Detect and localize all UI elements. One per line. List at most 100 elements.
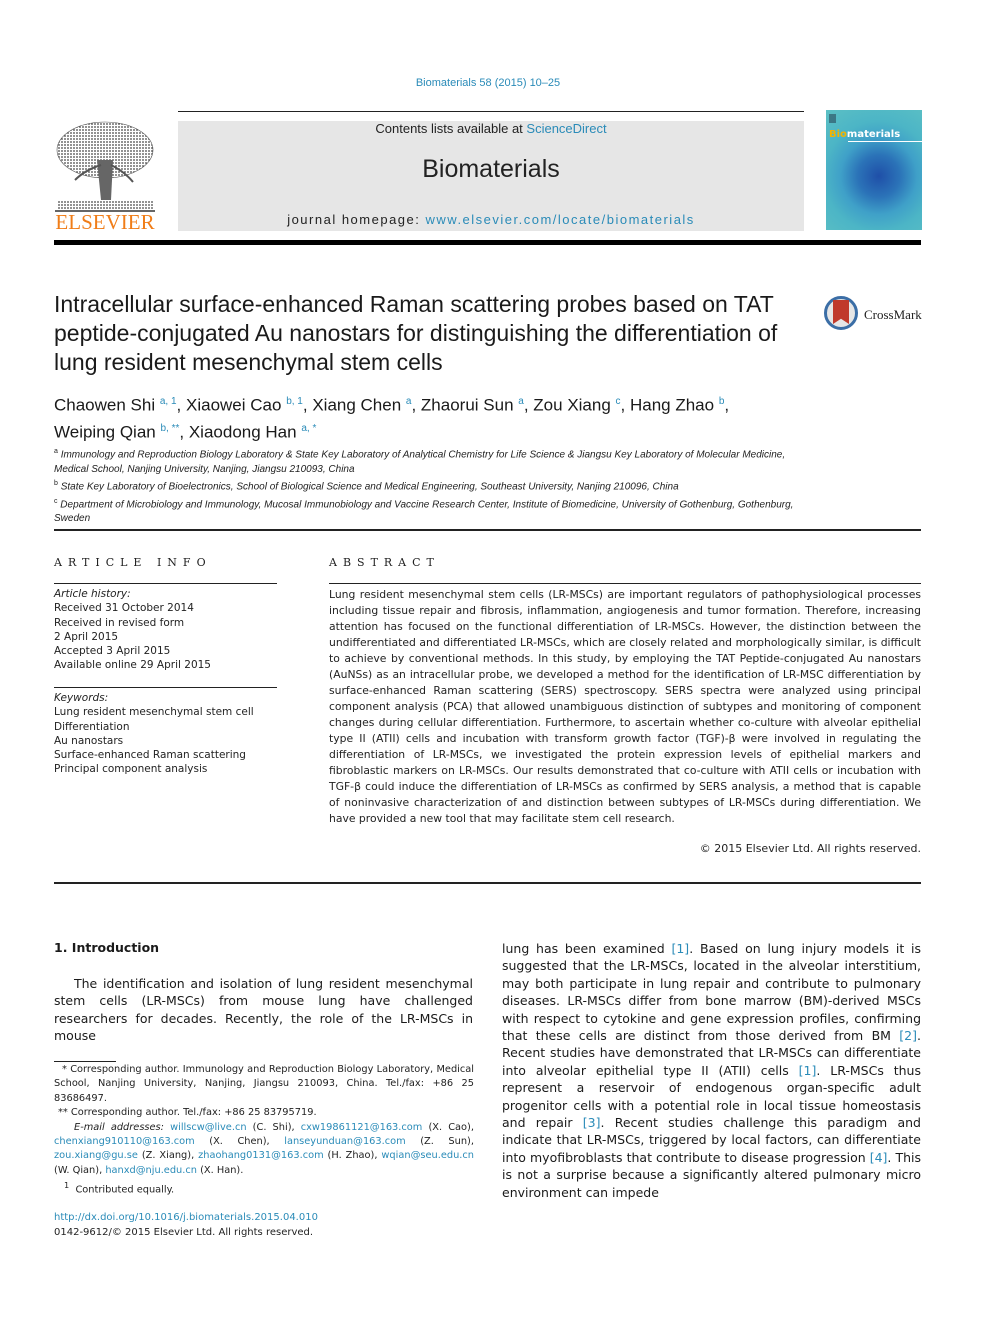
- introduction-right-paragraph: lung has been examined [1]. Based on lun…: [502, 941, 921, 1200]
- elsevier-logo[interactable]: ELSEVIER: [53, 120, 157, 235]
- author-affiliation-mark[interactable]: b, **: [160, 423, 179, 434]
- history-item: Received 31 October 2014: [54, 602, 194, 615]
- author-affiliation-mark[interactable]: a: [406, 396, 412, 407]
- affiliation-mark: b: [54, 479, 58, 487]
- article-history-label: Article history:: [54, 588, 131, 600]
- author-affiliation-mark[interactable]: b: [719, 396, 725, 407]
- cover-title: Biomaterials: [829, 129, 900, 140]
- reference-link[interactable]: [4]: [870, 1150, 888, 1165]
- keyword-item: Principal component analysis: [54, 763, 208, 776]
- footnote-equal-text: Contributed equally.: [75, 1184, 175, 1196]
- footnote-equal-mark: 1: [64, 1180, 70, 1191]
- header-bottom-rule: [54, 240, 921, 245]
- keyword-item: Surface-enhanced Raman scattering: [54, 749, 246, 762]
- affiliation-text: Immunology and Reproduction Biology Labo…: [54, 449, 786, 475]
- reference-link[interactable]: [2]: [899, 1028, 917, 1043]
- email-label: E-mail addresses:: [74, 1121, 164, 1133]
- homepage-link[interactable]: www.elsevier.com/locate/biomaterials: [426, 212, 695, 227]
- email-link[interactable]: wqian@seu.edu.cn: [381, 1150, 474, 1161]
- keywords-block: Keywords: Lung resident mesenchymal stem…: [54, 691, 277, 777]
- affiliation-mark: c: [54, 497, 58, 505]
- article-info-heading: ARTICLE INFO: [54, 556, 212, 569]
- author-name[interactable]: Weiping Qian: [54, 422, 156, 441]
- affiliations: a Immunology and Reproduction Biology La…: [54, 445, 814, 526]
- introduction-heading: 1. Introduction: [54, 940, 160, 955]
- author-affiliation-mark[interactable]: b, 1: [286, 396, 303, 407]
- history-item: 2 April 2015: [54, 630, 119, 643]
- email-link[interactable]: lanseyunduan@163.com: [284, 1136, 405, 1147]
- affiliation-item: a Immunology and Reproduction Biology La…: [54, 445, 814, 477]
- footnote-equal-contribution: 1 Contributed equally.: [54, 1178, 474, 1198]
- footnote-corresponding-1: * Corresponding author. Immunology and R…: [54, 1064, 474, 1104]
- sciencedirect-link[interactable]: ScienceDirect: [526, 121, 606, 136]
- homepage-line: journal homepage: www.elsevier.com/locat…: [178, 212, 804, 227]
- elsevier-wordmark: ELSEVIER: [55, 210, 155, 234]
- footnote-rule: [54, 1061, 116, 1062]
- journal-cover-thumbnail[interactable]: Biomaterials: [826, 110, 922, 230]
- doi-link[interactable]: http://dx.doi.org/10.1016/j.biomaterials…: [54, 1210, 318, 1225]
- cover-title-rest: materials: [846, 129, 901, 140]
- author-affiliation-mark[interactable]: a, 1: [160, 396, 177, 407]
- author-name[interactable]: Xiaowei Cao: [186, 396, 281, 415]
- affiliation-rule: [54, 529, 921, 531]
- email-link[interactable]: hanxd@nju.edu.cn: [105, 1165, 197, 1176]
- homepage-prefix: journal homepage:: [287, 212, 426, 227]
- reference-link[interactable]: [3]: [583, 1115, 601, 1130]
- journal-citation[interactable]: Biomaterials 58 (2015) 10–25: [0, 77, 976, 89]
- author-name[interactable]: Zhaorui Sun: [421, 396, 514, 415]
- email-link[interactable]: willscw@live.cn: [170, 1122, 246, 1133]
- author-name[interactable]: Hang Zhao: [630, 396, 714, 415]
- article-title: Intracellular surface-enhanced Raman sca…: [54, 291, 778, 375]
- author-affiliation-mark[interactable]: c: [616, 396, 621, 407]
- cover-title-bio: Bio: [829, 129, 847, 140]
- header-top-rule: [178, 111, 804, 112]
- author-affiliation-mark[interactable]: a, *: [301, 423, 316, 434]
- abstract-heading: ABSTRACT: [329, 556, 440, 569]
- keyword-item: Au nanostars: [54, 734, 124, 747]
- crossmark-button[interactable]: CrossMark: [824, 296, 934, 336]
- reference-link[interactable]: [1]: [799, 1063, 817, 1078]
- affiliation-text: Department of Microbiology and Immunolog…: [54, 498, 794, 525]
- history-item: Available online 29 April 2015: [54, 659, 211, 672]
- abstract-bottom-rule: [54, 882, 921, 884]
- history-item: Received in revised form: [54, 616, 185, 629]
- keyword-item: Differentiation: [54, 720, 130, 733]
- email-link[interactable]: zou.xiang@gu.se: [54, 1150, 138, 1161]
- reference-link[interactable]: [1]: [671, 941, 689, 956]
- author-affiliation-mark[interactable]: a: [518, 396, 524, 407]
- history-item: Accepted 3 April 2015: [54, 645, 171, 658]
- footnotes: * Corresponding author. Immunology and R…: [54, 1063, 474, 1198]
- abstract-text: Lung resident mesenchymal stem cells (LR…: [329, 588, 921, 825]
- email-link[interactable]: cxw19861121@163.com: [301, 1122, 423, 1133]
- affiliation-text: State Key Laboratory of Bioelectronics, …: [60, 481, 679, 493]
- cover-publisher-mark: [829, 114, 836, 123]
- keywords-label: Keywords:: [54, 692, 109, 704]
- contents-line: Contents lists available at ScienceDirec…: [178, 121, 804, 136]
- keyword-item: Lung resident mesenchymal stem cell: [54, 706, 254, 719]
- author-list: Chaowen Shi a, 1, Xiaowei Cao b, 1, Xian…: [54, 395, 730, 442]
- email-link[interactable]: zhaohang0131@163.com: [198, 1150, 323, 1161]
- article-history: Article history: Received 31 October 201…: [54, 587, 277, 673]
- author-name[interactable]: Zou Xiang: [533, 396, 611, 415]
- footnote-corresponding-2: ** Corresponding author. Tel./fax: +86 2…: [58, 1107, 317, 1119]
- journal-title: Biomaterials: [422, 155, 560, 183]
- affiliation-item: b State Key Laboratory of Bioelectronics…: [54, 477, 814, 495]
- issn-copyright: 0142-9612/© 2015 Elsevier Ltd. All right…: [54, 1227, 314, 1238]
- introduction-left-paragraph: The identification and isolation of lung…: [54, 976, 473, 1044]
- cover-rule: [848, 141, 922, 142]
- affiliation-mark: a: [54, 448, 58, 455]
- crossmark-label: CrossMark: [864, 307, 922, 322]
- author-name[interactable]: Xiaodong Han: [189, 422, 297, 441]
- contents-prefix: Contents lists available at: [375, 121, 527, 136]
- journal-banner: Contents lists available at ScienceDirec…: [178, 121, 804, 231]
- elsevier-tree-icon: [55, 121, 155, 212]
- keywords-rule: [54, 687, 277, 688]
- author-name[interactable]: Xiang Chen: [312, 396, 401, 415]
- footnote-emails: E-mail addresses: willscw@live.cn (C. Sh…: [54, 1121, 475, 1176]
- email-link[interactable]: chenxiang910110@163.com: [54, 1136, 195, 1147]
- abstract-copyright: © 2015 Elsevier Ltd. All rights reserved…: [699, 842, 921, 855]
- abstract-rule: [329, 583, 921, 584]
- doi-block: http://dx.doi.org/10.1016/j.biomaterials…: [54, 1210, 318, 1240]
- author-name[interactable]: Chaowen Shi: [54, 396, 155, 415]
- article-info-rule: [54, 583, 277, 584]
